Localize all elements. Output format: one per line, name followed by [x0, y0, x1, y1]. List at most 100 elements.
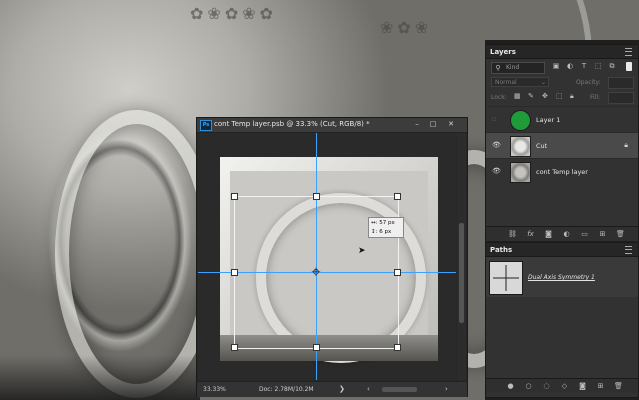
readout-vertical: ↕: 6 px — [371, 229, 392, 235]
trash-icon[interactable]: 🗑︎ — [616, 230, 625, 238]
paths-panel-menu-icon[interactable] — [625, 246, 632, 254]
new-path-icon[interactable]: ⊞ — [596, 382, 605, 390]
document-window[interactable]: Ps cont Temp layer.psb @ 33.3% (Cut, RGB… — [196, 117, 468, 397]
mask-icon[interactable]: ◙ — [544, 230, 553, 238]
reference-point-icon[interactable]: ⌖ — [308, 264, 324, 280]
layer-thumbnail — [510, 110, 531, 131]
document-info: Doc: 2.78M/10.2M — [259, 386, 314, 393]
blend-mode-value: Normal — [495, 79, 517, 86]
background-ornament: ✿❀✿❀✿ — [190, 4, 278, 23]
layers-panel-menu-icon[interactable] — [625, 48, 632, 56]
maximize-button[interactable]: □ — [428, 120, 438, 129]
zoom-level[interactable]: 33.33% — [203, 386, 226, 393]
layer-row-layer-1[interactable]: ▫ Layer 1 — [486, 106, 638, 132]
load-selection-icon[interactable]: ◌ — [542, 382, 551, 390]
fill-path-icon[interactable]: ● — [506, 382, 515, 390]
scroll-left-icon[interactable]: ‹ — [367, 385, 370, 393]
filter-kind-select[interactable]: ⚲ Kind — [491, 62, 545, 74]
layer-row-cut[interactable]: 👁︎ Cut 🔒︎ — [486, 132, 638, 158]
horizontal-scroll-thumb[interactable] — [382, 387, 417, 392]
scroll-right-icon[interactable]: › — [445, 385, 448, 393]
opacity-label: Opacity: — [576, 79, 601, 86]
opacity-field[interactable] — [608, 77, 634, 89]
transform-handle-bottom-right[interactable] — [394, 344, 401, 351]
make-path-icon[interactable]: ◇ — [560, 382, 569, 390]
filter-smart-object-icon[interactable]: ⧉ — [608, 62, 616, 70]
layer-name[interactable]: Layer 1 — [536, 116, 560, 124]
path-shape-icon — [493, 265, 519, 291]
visibility-toggle-empty-icon[interactable]: ▫ — [492, 115, 497, 123]
eye-icon[interactable]: 👁︎ — [492, 141, 501, 149]
background-ornament-right: ❀✿❀ — [380, 18, 433, 37]
layers-panel-footer: ⛓︎ fx ◙ ◐ ▭ ⊞ 🗑︎ — [486, 226, 638, 241]
status-bar: 33.33% Doc: 2.78M/10.2M ❯ ‹ › — [197, 381, 467, 397]
lock-transparent-icon[interactable]: ▦ — [514, 92, 521, 100]
panel-dock: Layers ⚲ Kind ▣ ◐ T ⬚ ⧉ Normal ⌄ Opacity… — [485, 40, 639, 400]
path-row[interactable]: Dual Axis Symmetry 1 — [486, 257, 638, 297]
link-icon[interactable]: ⛓︎ — [508, 230, 517, 238]
add-mask-icon[interactable]: ◙ — [578, 382, 587, 390]
layers-lock-row: Lock: ▦ ✎ ✥ ⬚ 🔒︎ Fill: — [486, 90, 638, 104]
chevron-down-icon: ⌄ — [540, 79, 546, 86]
adjustment-icon[interactable]: ◐ — [562, 230, 571, 238]
layer-lock-icon: 🔒︎ — [624, 141, 628, 149]
layer-row-cont-temp-layer[interactable]: 👁︎ cont Temp layer — [486, 158, 638, 184]
filter-toggle[interactable] — [626, 62, 632, 71]
transform-handle-right[interactable] — [394, 269, 401, 276]
tab-paths[interactable]: Paths — [490, 246, 512, 254]
layers-filter-row: ⚲ Kind ▣ ◐ T ⬚ ⧉ — [486, 59, 638, 74]
filter-pixel-icon[interactable]: ▣ — [552, 62, 560, 70]
vertical-scroll-thumb[interactable] — [459, 223, 464, 323]
transform-handle-top-left[interactable] — [231, 193, 238, 200]
paths-panel-footer: ● ○ ◌ ◇ ◙ ⊞ 🗑︎ — [486, 378, 638, 393]
lock-all-icon[interactable]: 🔒︎ — [570, 92, 574, 101]
new-layer-icon[interactable]: ⊞ — [598, 230, 607, 238]
fill-field[interactable] — [608, 92, 634, 104]
stroke-path-icon[interactable]: ○ — [524, 382, 533, 390]
fill-label: Fill: — [590, 94, 601, 101]
path-thumbnail — [489, 261, 523, 295]
layer-name[interactable]: Cut — [536, 142, 547, 150]
fx-icon[interactable]: fx — [526, 230, 535, 238]
path-name[interactable]: Dual Axis Symmetry 1 — [528, 274, 595, 281]
group-icon[interactable]: ▭ — [580, 230, 589, 238]
filter-type-icon[interactable]: T — [580, 62, 588, 70]
paths-panel-header: Paths — [486, 243, 638, 257]
eye-icon[interactable]: 👁︎ — [492, 167, 501, 175]
filter-kind-label: Kind — [506, 64, 520, 71]
readout-horizontal: ↔: 57 px — [371, 220, 395, 226]
photoshop-logo-icon: Ps — [200, 120, 212, 131]
layers-panel-header: Layers — [486, 45, 638, 59]
transform-handle-left[interactable] — [231, 269, 238, 276]
minimize-button[interactable]: – — [412, 120, 422, 129]
layer-name[interactable]: cont Temp layer — [536, 168, 588, 176]
status-menu-arrow-icon[interactable]: ❯ — [339, 385, 345, 393]
search-icon: ⚲ — [495, 64, 501, 72]
background-shadow — [0, 355, 200, 400]
transform-handle-top-right[interactable] — [394, 193, 401, 200]
lock-artboard-icon[interactable]: ⬚ — [556, 92, 563, 100]
close-button[interactable]: ✕ — [446, 120, 456, 129]
lock-position-icon[interactable]: ✥ — [542, 92, 548, 100]
transform-handle-bottom-left[interactable] — [231, 344, 238, 351]
paths-panel: Paths Dual Axis Symmetry 1 ● ○ ◌ ◇ ◙ ⊞ 🗑… — [485, 242, 639, 398]
layer-thumbnail — [510, 162, 531, 183]
transform-handle-bottom[interactable] — [313, 344, 320, 351]
transform-handle-top[interactable] — [313, 193, 320, 200]
document-title: cont Temp layer.psb @ 33.3% (Cut, RGB/8)… — [214, 120, 370, 128]
vertical-scrollbar[interactable] — [457, 133, 466, 380]
canvas-area[interactable]: ⌖ ↔: 57 px ↕: 6 px ➤ — [198, 133, 456, 380]
filter-shape-icon[interactable]: ⬚ — [594, 62, 602, 70]
layers-panel: Layers ⚲ Kind ▣ ◐ T ⬚ ⧉ Normal ⌄ Opacity… — [485, 44, 639, 241]
transform-readout: ↔: 57 px ↕: 6 px — [368, 217, 404, 238]
lock-label: Lock: — [491, 94, 507, 101]
document-titlebar[interactable]: Ps cont Temp layer.psb @ 33.3% (Cut, RGB… — [197, 118, 467, 133]
layers-blend-row: Normal ⌄ Opacity: — [486, 75, 638, 89]
lock-image-icon[interactable]: ✎ — [528, 92, 534, 100]
filter-adjustment-icon[interactable]: ◐ — [566, 62, 574, 70]
tab-layers[interactable]: Layers — [490, 48, 516, 56]
trash-icon[interactable]: 🗑︎ — [614, 382, 623, 390]
blend-mode-select[interactable]: Normal ⌄ — [491, 77, 549, 87]
layer-thumbnail — [510, 136, 531, 157]
mouse-cursor-icon: ➤ — [358, 246, 366, 256]
